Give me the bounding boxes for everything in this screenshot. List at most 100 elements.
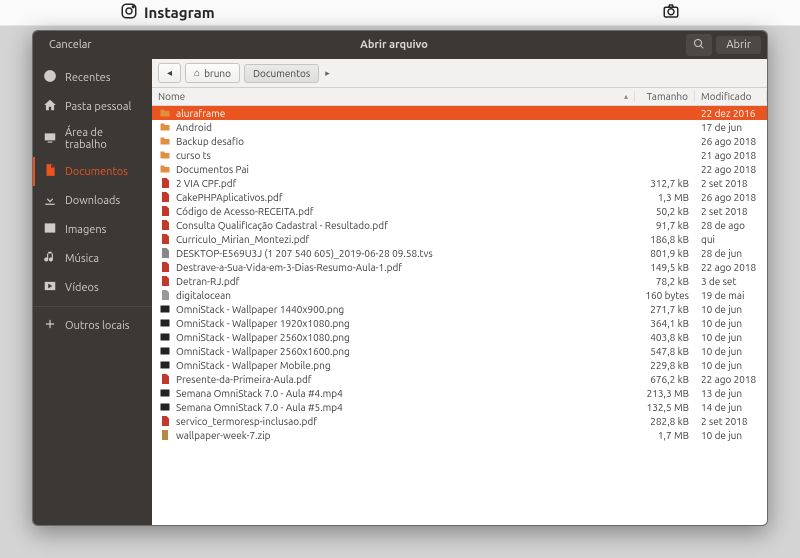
sidebar-item-label: Outros locais (65, 320, 130, 332)
file-row[interactable]: Curriculo_Mirian_Montezi.pdf186,8 kBqui (152, 232, 767, 246)
png-icon (158, 359, 172, 371)
file-size: 271,7 kB (635, 304, 695, 315)
file-name: curso ts (176, 150, 635, 161)
open-button[interactable]: Abrir (716, 36, 761, 54)
file-row[interactable]: OmniStack - Wallpaper 2560x1080.png403,8… (152, 330, 767, 344)
file-row[interactable]: Destrave-a-Sua-Vida-em-3-Dias-Resumo-Aul… (152, 260, 767, 274)
sidebar-item-vídeos[interactable]: Vídeos (33, 273, 152, 302)
png-icon (158, 331, 172, 343)
pdf-icon (158, 261, 172, 273)
file-name: Semana OmniStack 7.0 - Aula #4.mp4 (176, 388, 635, 399)
instagram-label: Instagram (144, 4, 215, 21)
sidebar-item-área-de-trabalho[interactable]: Área de trabalho (33, 121, 152, 157)
file-size: 50,2 kB (635, 206, 695, 217)
pdf-icon (158, 191, 172, 203)
places-sidebar: RecentesPasta pessoalÁrea de trabalho Doc… (33, 59, 152, 525)
cancel-button[interactable]: Cancelar (39, 36, 102, 54)
file-row[interactable]: Código de Acesso-RECEITA.pdf50,2 kB2 set… (152, 204, 767, 218)
video-icon (43, 279, 57, 296)
file-row[interactable]: wallpaper-week-7.zip1,7 MB10 de jun (152, 428, 767, 442)
file-row[interactable]: Detran-RJ.pdf78,2 kB3 de set (152, 274, 767, 288)
file-row[interactable]: DESKTOP-E569U3J (1 207 540 605)_2019-06-… (152, 246, 767, 260)
column-modified[interactable]: Modificado (695, 91, 767, 102)
sidebar-item-imagens[interactable]: Imagens (33, 215, 152, 244)
camera-icon[interactable] (662, 2, 680, 24)
column-name[interactable]: Nome ▴ (152, 91, 635, 102)
sidebar-item-pasta-pessoal[interactable]: Pasta pessoal (33, 92, 152, 121)
path-segment[interactable]: Documentos (244, 64, 319, 83)
sidebar-item-label: Imagens (65, 224, 106, 236)
file-row[interactable]: OmniStack - Wallpaper 1440x900.png271,7 … (152, 302, 767, 316)
instagram-brand: Instagram (120, 2, 215, 23)
file-modified: 22 ago 2018 (695, 164, 767, 175)
file-name: Documentos Pai (176, 164, 635, 175)
file-row[interactable]: curso ts21 ago 2018 (152, 148, 767, 162)
folder-icon (158, 135, 172, 147)
file-name: Curriculo_Mirian_Montezi.pdf (176, 234, 635, 245)
file-size: 1,7 MB (635, 430, 695, 441)
file-size: 186,8 kB (635, 234, 695, 245)
file-size: 364,1 kB (635, 318, 695, 329)
file-modified: qui (695, 234, 767, 245)
file-row[interactable]: 2 VIA CPF.pdf312,7 kB2 set 2018 (152, 176, 767, 190)
file-name: Android (176, 122, 635, 133)
pdf-icon (158, 177, 172, 189)
path-back-button[interactable]: ◂ (158, 63, 181, 83)
file-name: Consulta Qualificação Cadastral - Result… (176, 220, 635, 231)
file-row[interactable]: aluraframe22 dez 2016 (152, 106, 767, 120)
home-icon (43, 98, 57, 115)
file-modified: 10 de jun (695, 430, 767, 441)
file-size: 149,5 kB (635, 262, 695, 273)
file-modified: 2 set 2018 (695, 206, 767, 217)
png-icon (158, 317, 172, 329)
desktop-icon (43, 131, 57, 148)
file-row[interactable]: Semana OmniStack 7.0 - Aula #4.mp4213,3 … (152, 386, 767, 400)
path-home-button[interactable]: ⌂ bruno (185, 63, 240, 83)
sidebar-item-label: Vídeos (65, 282, 99, 294)
file-row[interactable]: servico_termoresp-inclusao.pdf282,8 kB2 … (152, 414, 767, 428)
file-modified: 28 de ago (695, 220, 767, 231)
file-row[interactable]: OmniStack - Wallpaper Mobile.png229,8 kB… (152, 358, 767, 372)
file-list[interactable]: aluraframe22 dez 2016Android17 de junBac… (152, 106, 767, 525)
file-row[interactable]: Backup desafio26 ago 2018 (152, 134, 767, 148)
file-row[interactable]: digitalocean160 bytes19 de mai (152, 288, 767, 302)
file-row[interactable]: OmniStack - Wallpaper 2560x1600.png547,8… (152, 344, 767, 358)
sidebar-item-música[interactable]: Música (33, 244, 152, 273)
column-size[interactable]: Tamanho (635, 91, 695, 102)
sidebar-item-downloads[interactable]: Downloads (33, 186, 152, 215)
file-row[interactable]: CakePHPAplicativos.pdf1,3 MB26 ago 2018 (152, 190, 767, 204)
file-size: 282,8 kB (635, 416, 695, 427)
sidebar-item-recentes[interactable]: Recentes (33, 63, 152, 92)
sort-caret-icon: ▴ (624, 92, 628, 101)
file-row[interactable]: Consulta Qualificação Cadastral - Result… (152, 218, 767, 232)
file-size: 91,7 kB (635, 220, 695, 231)
file-modified: 13 de jun (695, 388, 767, 399)
file-modified: 10 de jun (695, 346, 767, 357)
sidebar-item-label: Downloads (65, 195, 120, 207)
file-modified: 26 ago 2018 (695, 136, 767, 147)
instagram-icon (120, 2, 138, 23)
sidebar-item-label: Música (65, 253, 99, 265)
file-name: Detran-RJ.pdf (176, 276, 635, 287)
video-icon (158, 401, 172, 413)
file-size: 160 bytes (635, 290, 695, 301)
file-row[interactable]: OmniStack - Wallpaper 1920x1080.png364,1… (152, 316, 767, 330)
file-name: OmniStack - Wallpaper 1920x1080.png (176, 318, 635, 329)
file-row[interactable]: Documentos Pai 22 ago 2018 (152, 162, 767, 176)
file-size: 229,8 kB (635, 360, 695, 371)
file-row[interactable]: Presente-da-Primeira-Aula.pdf676,2 kB22 … (152, 372, 767, 386)
png-icon (158, 303, 172, 315)
file-name: OmniStack - Wallpaper 2560x1080.png (176, 332, 635, 343)
image-icon (43, 221, 57, 238)
file-panel: ◂ ⌂ bruno Documentos ▸ Nome ▴ Tamanho Mo… (152, 59, 767, 525)
dialog-title: Abrir arquivo (102, 39, 687, 51)
sidebar-item-label: Documentos (65, 166, 128, 178)
sidebar-item-documentos[interactable]: Documentos (33, 157, 152, 186)
pdf-icon (158, 373, 172, 385)
search-button[interactable] (686, 34, 712, 56)
file-row[interactable]: Semana OmniStack 7.0 - Aula #5.mp4132,5 … (152, 400, 767, 414)
txt-icon (158, 247, 172, 259)
file-row[interactable]: Android17 de jun (152, 120, 767, 134)
sidebar-item-outros-locais[interactable]: Outros locais (33, 311, 152, 340)
file-name: Código de Acesso-RECEITA.pdf (176, 206, 635, 217)
